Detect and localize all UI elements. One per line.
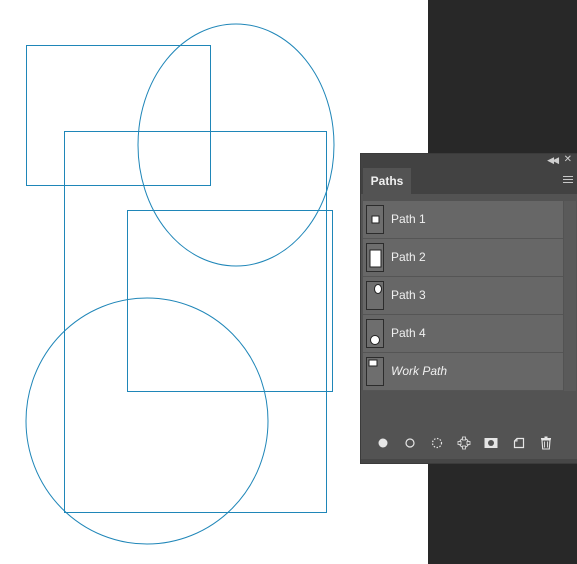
path-name: Work Path [391,364,448,378]
path-thumbnail [366,281,384,310]
hamburger-menu-icon[interactable] [563,176,573,185]
fill-path-icon[interactable] [375,435,391,451]
paths-list: Path 1 Path 2 Path 3 Path 4 Work Path [363,201,563,391]
path-shape-rectangle-middle [127,210,333,392]
path-row-work-path[interactable]: Work Path [363,353,563,391]
path-shape-circle-bottom [25,297,269,545]
panel-resize-grip[interactable] [361,459,577,463]
delete-path-icon[interactable] [538,435,554,451]
tab-paths[interactable]: Paths [363,168,411,194]
make-work-path-icon[interactable] [456,435,472,451]
paths-panel: ◀◀ ✕ Paths Path 1 Path 2 Path 3 Path 4 W… [360,153,577,464]
path-thumbnail [366,205,384,234]
path-row-path-3[interactable]: Path 3 [363,277,563,315]
path-name: Path 2 [391,250,426,264]
add-mask-icon[interactable] [483,435,499,451]
path-name: Path 4 [391,326,426,340]
path-shape-ellipse-top [137,23,335,267]
path-row-path-4[interactable]: Path 4 [363,315,563,353]
path-thumbnail [366,319,384,348]
panel-tab-row: Paths [361,166,577,194]
path-shape-rectangle-top-left [26,45,211,186]
new-path-icon[interactable] [511,435,527,451]
path-shape-rectangle-large [64,131,327,513]
close-icon[interactable]: ✕ [564,154,572,166]
stroke-path-icon[interactable] [402,435,418,451]
panel-bottom-toolbar [361,432,577,454]
panel-titlebar[interactable]: ◀◀ ✕ [361,154,577,166]
load-as-selection-icon[interactable] [429,435,445,451]
path-thumbnail [366,357,384,386]
path-name: Path 3 [391,288,426,302]
path-name: Path 1 [391,212,426,226]
double-chevron-left-icon[interactable]: ◀◀ [547,154,559,166]
path-thumbnail [366,243,384,272]
path-row-path-1[interactable]: Path 1 [363,201,563,239]
scrollbar[interactable] [564,201,576,391]
path-row-path-2[interactable]: Path 2 [363,239,563,277]
